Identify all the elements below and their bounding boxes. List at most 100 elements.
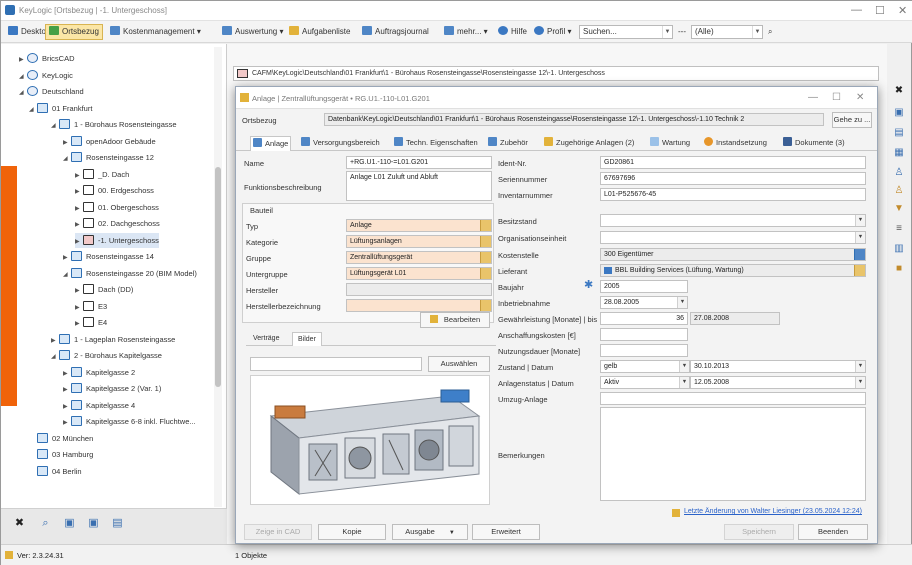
- chevron-down-icon[interactable]: ▼: [855, 377, 865, 388]
- speichern-button[interactable]: Speichern: [724, 524, 794, 540]
- expand-arrow-icon[interactable]: ▶: [75, 301, 83, 316]
- tree-item[interactable]: ◢ Rosensteingasse 20 (BIM Model): [63, 266, 197, 281]
- collapse-arrow-icon[interactable]: ◢: [19, 86, 27, 101]
- goto-button[interactable]: Gehe zu ...: [832, 112, 872, 128]
- tree-item[interactable]: 02 München: [29, 431, 93, 446]
- zoom-in-icon[interactable]: ▣: [893, 107, 905, 119]
- expand-arrow-icon[interactable]: ▶: [75, 169, 83, 184]
- expand-arrow-icon[interactable]: ▶: [75, 317, 83, 332]
- ident-field[interactable]: GD20861: [600, 156, 866, 169]
- expand-arrow-icon[interactable]: ▶: [63, 251, 71, 266]
- zoom-icon[interactable]: ▣: [63, 517, 76, 529]
- tree-item[interactable]: ▶ 02. Dachgeschoss: [75, 216, 160, 231]
- tab-instandsetzung[interactable]: Instandsetzung: [702, 136, 769, 151]
- zustand-date-field[interactable]: 30.10.2013 ▼: [690, 360, 866, 373]
- expand-arrow-icon[interactable]: ▶: [63, 367, 71, 382]
- tab-zugehoerige-anlagen[interactable]: Zugehörige Anlagen (2): [542, 136, 636, 151]
- expand-arrow-icon[interactable]: ▶: [75, 185, 83, 200]
- tree-item[interactable]: ▶ Kapitelgasse 4: [63, 398, 135, 413]
- tree-scrollbar[interactable]: [214, 47, 222, 507]
- search-icon[interactable]: ⌕: [765, 24, 775, 40]
- kategorie-field[interactable]: Lüftungsanlagen: [346, 235, 492, 248]
- profil-menu[interactable]: Profil ▾: [531, 24, 574, 40]
- kostenmanagement-menu[interactable]: Kostenmanagement ▾: [107, 24, 204, 40]
- picker-icon[interactable]: [480, 252, 491, 263]
- collapse-arrow-icon[interactable]: ◢: [29, 103, 37, 118]
- kopie-button[interactable]: Kopie: [318, 524, 386, 540]
- auswaehlen-button[interactable]: Auswählen: [428, 356, 490, 372]
- expand-arrow-icon[interactable]: ▶: [63, 136, 71, 151]
- serie-field[interactable]: 67697696: [600, 172, 866, 185]
- pin-icon[interactable]: ✖: [13, 517, 26, 529]
- search-tree-icon[interactable]: ⌕: [39, 517, 52, 529]
- expand-arrow-icon[interactable]: ▶: [75, 235, 83, 250]
- dialog-maximize-button[interactable]: ☐: [832, 92, 841, 103]
- anschaff-field[interactable]: [600, 328, 688, 341]
- expand-arrow-icon[interactable]: ▶: [75, 284, 83, 299]
- tree-item[interactable]: ▶ Kapitelgasse 2: [63, 365, 135, 380]
- zeige-cad-button[interactable]: Zeige in CAD: [244, 524, 312, 540]
- users-icon[interactable]: ♙: [893, 185, 905, 197]
- tab-bilder[interactable]: Bilder: [292, 332, 322, 346]
- image-select-field[interactable]: [250, 357, 422, 371]
- expand-arrow-icon[interactable]: ▶: [63, 400, 71, 415]
- tree-item[interactable]: ▶ Dach (DD): [75, 282, 133, 297]
- collapse-arrow-icon[interactable]: ◢: [51, 350, 59, 365]
- inbetrieb-field[interactable]: 28.08.2005 ▼: [600, 296, 688, 309]
- tree-item[interactable]: ◢ KeyLogic: [19, 68, 73, 83]
- picker-icon[interactable]: [480, 220, 491, 231]
- pin-icon[interactable]: ✖: [893, 85, 905, 97]
- erweitert-button[interactable]: Erweitert: [472, 524, 540, 540]
- picker-icon[interactable]: [480, 268, 491, 279]
- gewaehr-months-field[interactable]: 36: [600, 312, 688, 325]
- export-icon[interactable]: ■: [893, 263, 905, 275]
- tree-item[interactable]: ▶ E4: [75, 315, 107, 330]
- tree-item[interactable]: ▶ Kapitelgasse 6-8 inkl. Fluchtwe...: [63, 414, 196, 429]
- funktion-textarea[interactable]: Anlage L01 Zuluft und Abluft: [346, 171, 492, 201]
- gruppe-field[interactable]: Zentrallüftungsgerät: [346, 251, 492, 264]
- tree-item[interactable]: ◢ Rosensteingasse 12: [63, 150, 154, 165]
- chevron-down-icon[interactable]: ▼: [855, 361, 865, 372]
- collapse-arrow-icon[interactable]: ◢: [63, 268, 71, 283]
- picker-icon[interactable]: [480, 236, 491, 247]
- name-field[interactable]: +RG.U1.-110-=L01.G201: [346, 156, 492, 169]
- filter-icon[interactable]: ▣: [87, 517, 100, 529]
- tree-item[interactable]: ◢ Deutschland: [19, 84, 84, 99]
- tree-item[interactable]: ◢ 2 - Bürohaus Kapitelgasse: [51, 348, 162, 363]
- scrollbar-thumb[interactable]: [215, 167, 221, 387]
- tree-item[interactable]: ◢ 1 - Bürohaus Rosensteingasse: [51, 117, 177, 132]
- filter-select[interactable]: (Alle) ▼: [691, 25, 763, 39]
- zustand-select[interactable]: gelb ▼: [600, 360, 690, 373]
- expand-arrow-icon[interactable]: ▶: [75, 202, 83, 217]
- hersteller-field[interactable]: [346, 283, 492, 296]
- auswertung-menu[interactable]: Auswertung ▾: [219, 24, 287, 40]
- tree-item[interactable]: ▶ Rosensteingasse 14: [63, 249, 154, 264]
- bearbeiten-button[interactable]: Bearbeiten: [420, 312, 490, 328]
- chevron-down-icon[interactable]: ▼: [855, 232, 865, 243]
- chevron-down-icon[interactable]: ▼: [662, 26, 672, 38]
- expand-arrow-icon[interactable]: ▶: [51, 334, 59, 349]
- tree-item[interactable]: ▶ 01. Obergeschoss: [75, 200, 159, 215]
- tree-item[interactable]: ▶ E3: [75, 299, 107, 314]
- tab-techn-eigenschaften[interactable]: Techn. Eigenschaften: [392, 136, 480, 151]
- collapse-arrow-icon[interactable]: ◢: [19, 70, 27, 85]
- chevron-down-icon[interactable]: ▼: [677, 297, 687, 308]
- tab-versorgungsbereich[interactable]: Versorgungsbereich: [299, 136, 382, 151]
- list-icon[interactable]: ≡: [893, 223, 905, 235]
- auftragsjournal-button[interactable]: Auftragsjournal: [359, 24, 432, 40]
- search-input[interactable]: Suchen... ▼: [579, 25, 673, 39]
- tab-anlage[interactable]: Anlage: [250, 136, 292, 151]
- lieferant-field[interactable]: BBL Building Services (Lüftung, Wartung): [600, 264, 866, 277]
- dialog-minimize-button[interactable]: —: [808, 92, 818, 103]
- collapse-arrow-icon[interactable]: ◢: [63, 152, 71, 167]
- maximize-button[interactable]: ☐: [875, 4, 885, 17]
- chevron-down-icon[interactable]: ▼: [752, 26, 762, 38]
- tab-zubehoer[interactable]: Zubehör: [486, 136, 530, 151]
- chevron-down-icon[interactable]: ▼: [855, 215, 865, 226]
- bemerk-textarea[interactable]: [600, 407, 866, 501]
- tab-wartung[interactable]: Wartung: [648, 136, 692, 151]
- beenden-button[interactable]: Beenden: [798, 524, 868, 540]
- umzug-field[interactable]: [600, 392, 866, 405]
- expand-arrow-icon[interactable]: ▶: [75, 218, 83, 233]
- tree-item[interactable]: ▶ 00. Erdgeschoss: [75, 183, 154, 198]
